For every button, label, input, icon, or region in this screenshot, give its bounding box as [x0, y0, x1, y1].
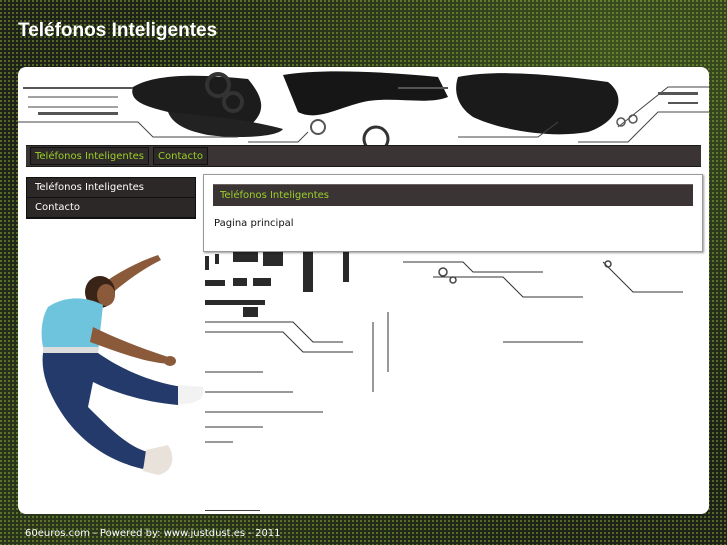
content-heading: Teléfonos Inteligentes	[213, 184, 693, 206]
sidebar-menu: Teléfonos Inteligentes Contacto	[26, 177, 196, 219]
sidebar-item-contacto[interactable]: Contacto	[27, 198, 195, 218]
sidebar-item-telefonos[interactable]: Teléfonos Inteligentes	[27, 178, 195, 198]
top-navigation: Teléfonos Inteligentes Contacto	[26, 145, 701, 167]
main-content-panel: Teléfonos Inteligentes Pagina principal	[203, 174, 703, 252]
circuit-decoration	[205, 252, 683, 511]
footer-text: 60euros.com - Powered by: www.justdust.e…	[25, 528, 281, 539]
topnav-item-telefonos[interactable]: Teléfonos Inteligentes	[30, 147, 150, 165]
dancer-illustration	[41, 255, 204, 475]
site-title: Teléfonos Inteligentes	[18, 20, 218, 41]
content-body-text: Pagina principal	[214, 218, 294, 229]
content-card: Teléfonos Inteligentes Contacto Teléfono…	[18, 67, 709, 514]
topnav-item-contacto[interactable]: Contacto	[153, 147, 209, 165]
